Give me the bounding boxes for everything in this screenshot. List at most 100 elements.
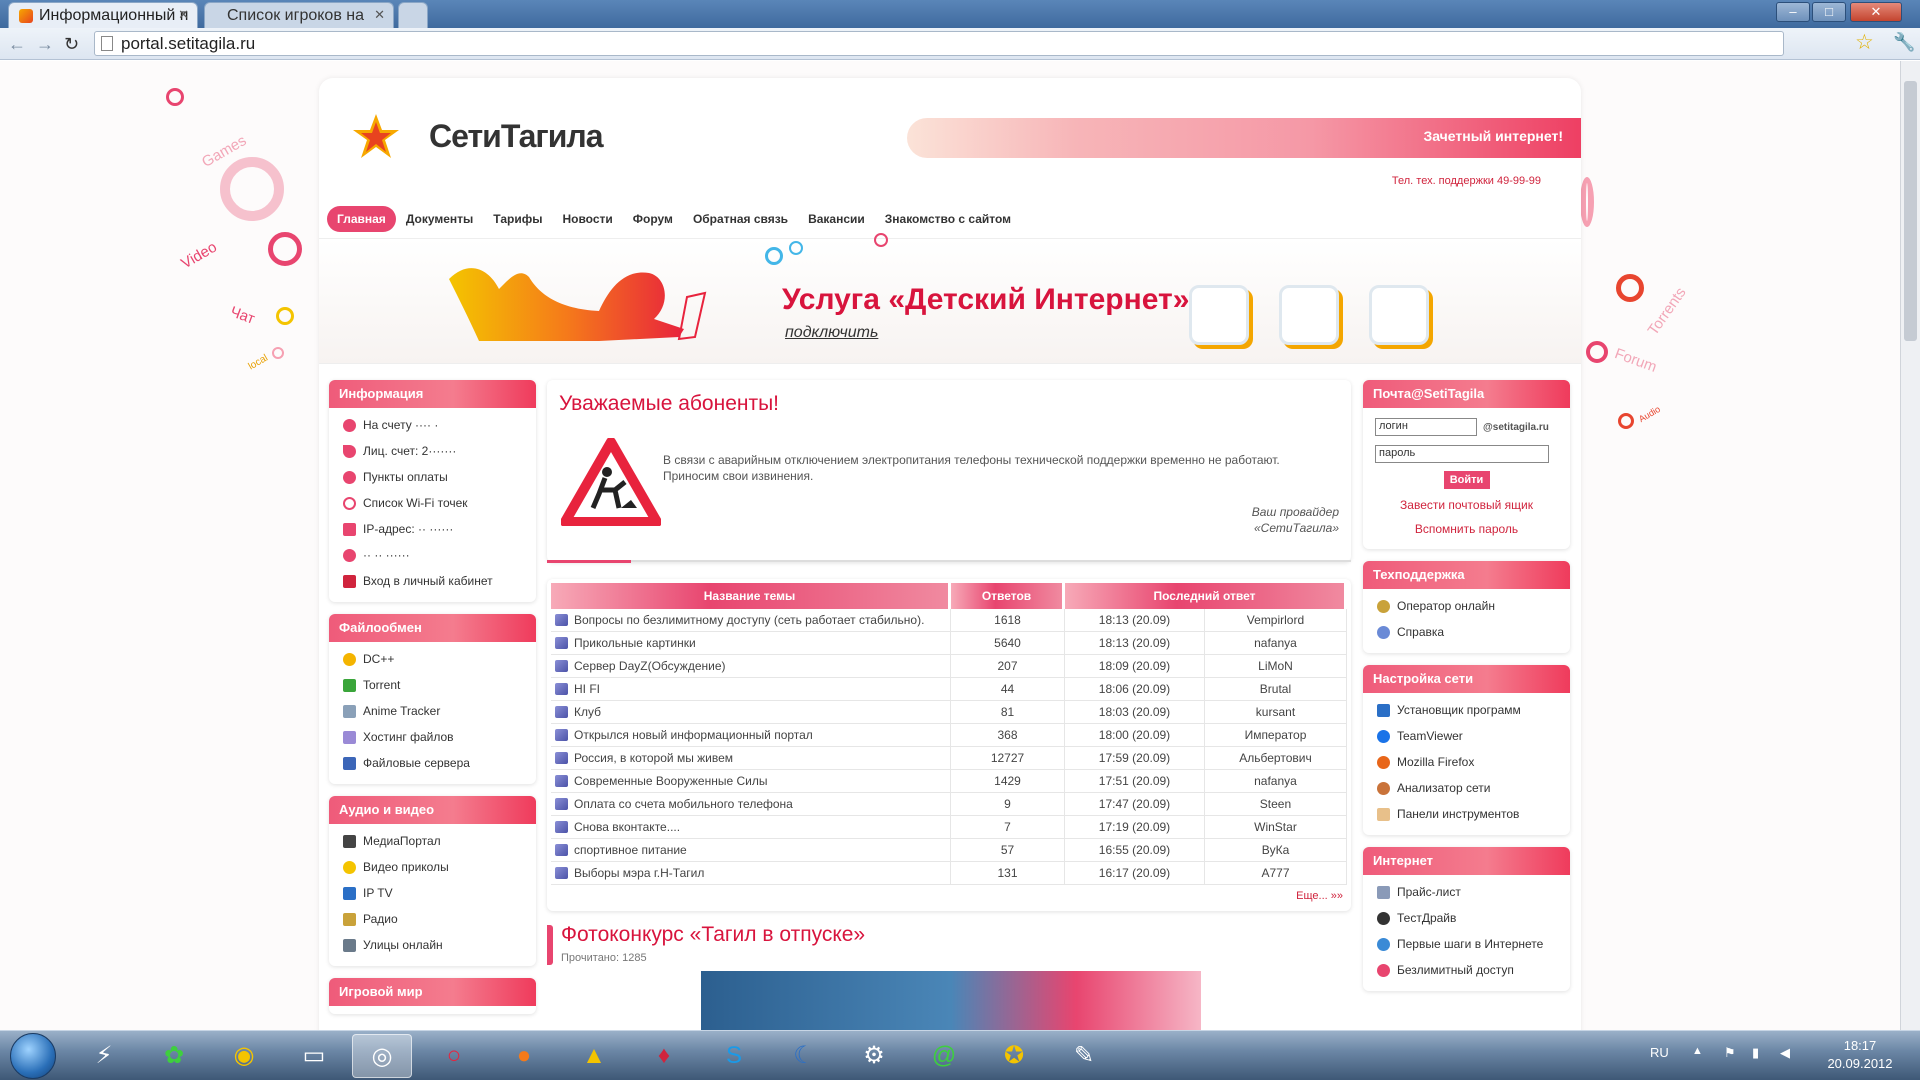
last-reply-user-cell[interactable]: Brutal bbox=[1204, 678, 1347, 701]
table-row[interactable]: HI FI 44 18:06 (20.09) Brutal bbox=[551, 678, 1347, 701]
table-row[interactable]: Прикольные картинки 5640 18:13 (20.09) nafa… bbox=[551, 632, 1347, 655]
crescent-app-icon[interactable]: ☾ bbox=[774, 1034, 834, 1078]
game-app-icon[interactable]: ✪ bbox=[984, 1034, 1044, 1078]
operator-online-link[interactable]: Оператор онлайн bbox=[1363, 593, 1570, 619]
network-analyzer-link[interactable]: Анализатор сети bbox=[1363, 775, 1570, 801]
close-window-button[interactable]: ✕ bbox=[1850, 2, 1902, 22]
topic-cell[interactable]: Клуб bbox=[551, 701, 951, 724]
topic-cell[interactable]: Выборы мэра г.Н-Тагил bbox=[551, 862, 951, 885]
last-reply-user-cell[interactable]: Альбертович bbox=[1204, 747, 1347, 770]
table-row[interactable]: Сервер DayZ(Обсуждение) 207 18:09 (20.09) L… bbox=[551, 655, 1347, 678]
icq-icon[interactable]: ✿ bbox=[144, 1034, 204, 1078]
toolbars-link[interactable]: Панели инструментов bbox=[1363, 801, 1570, 827]
table-row[interactable]: Современные Вооруженные Силы 1429 17:51 (2… bbox=[551, 770, 1347, 793]
last-reply-user-cell[interactable]: A777 bbox=[1204, 862, 1347, 885]
last-reply-user-cell[interactable]: Vempirlord bbox=[1204, 609, 1347, 632]
logo-text[interactable]: СетиТагила bbox=[429, 118, 603, 155]
table-row[interactable]: Открылся новый информационный портал 368 1… bbox=[551, 724, 1347, 747]
topic-cell[interactable]: Прикольные картинки bbox=[551, 632, 951, 655]
topic-cell[interactable]: Открылся новый информационный портал bbox=[551, 724, 951, 747]
topic-cell[interactable]: Снова вконтакте.... bbox=[551, 816, 951, 839]
funny-video-link[interactable]: Видео приколы bbox=[329, 854, 536, 880]
logo-icon[interactable] bbox=[351, 112, 401, 162]
nav-item-tariffs[interactable]: Тарифы bbox=[483, 206, 552, 232]
mail-agent-icon[interactable]: @ bbox=[914, 1034, 974, 1078]
minimize-button[interactable]: – bbox=[1776, 2, 1810, 22]
file-hosting-link[interactable]: Хостинг файлов bbox=[329, 724, 536, 750]
new-tab-button[interactable] bbox=[398, 2, 428, 28]
my-computer-icon[interactable]: ▭ bbox=[284, 1034, 344, 1078]
nav-item-vacancies[interactable]: Вакансии bbox=[798, 206, 875, 232]
scrollbar-thumb[interactable] bbox=[1904, 81, 1917, 341]
nav-item-forum[interactable]: Форум bbox=[623, 206, 683, 232]
recover-password-link[interactable]: Вспомнить пароль bbox=[1363, 517, 1570, 541]
steam-icon[interactable]: ⚙ bbox=[844, 1034, 904, 1078]
language-indicator[interactable]: RU bbox=[1650, 1045, 1669, 1060]
last-reply-user-cell[interactable]: WinStar bbox=[1204, 816, 1347, 839]
skype-icon[interactable]: S bbox=[704, 1034, 764, 1078]
paint-icon[interactable]: ✎ bbox=[1054, 1034, 1114, 1078]
price-list-link[interactable]: Прайс-лист bbox=[1363, 879, 1570, 905]
bookmark-star-icon[interactable]: ☆ bbox=[1855, 30, 1874, 55]
last-reply-user-cell[interactable]: LiMoN bbox=[1204, 655, 1347, 678]
radio-link[interactable]: Радио bbox=[329, 906, 536, 932]
nav-item-feedback[interactable]: Обратная связь bbox=[683, 206, 798, 232]
browser-tab[interactable]: Список игроков на ✕ bbox=[204, 2, 394, 28]
iptv-link[interactable]: IP TV bbox=[329, 880, 536, 906]
cabinet-login-link[interactable]: Вход в личный кабинет bbox=[329, 568, 536, 594]
first-steps-link[interactable]: Первые шаги в Интернете bbox=[1363, 931, 1570, 957]
tray-expand-icon[interactable]: ▲ bbox=[1692, 1045, 1703, 1057]
address-bar[interactable]: portal.setitagila.ru bbox=[94, 31, 1784, 56]
daemon-tools-icon[interactable]: ▲ bbox=[564, 1034, 624, 1078]
table-row[interactable]: Вопросы по безлимитному доступу (сеть ра… bbox=[551, 609, 1347, 632]
winamp-icon[interactable]: ⚡ bbox=[74, 1034, 134, 1078]
firefox-link[interactable]: Mozilla Firefox bbox=[1363, 749, 1570, 775]
forward-icon[interactable]: → bbox=[36, 34, 54, 55]
tab-close-icon[interactable]: ✕ bbox=[374, 7, 385, 23]
topic-cell[interactable]: Россия, в которой мы живем bbox=[551, 747, 951, 770]
system-clock[interactable]: 18:17 20.09.2012 bbox=[1820, 1037, 1900, 1073]
last-reply-user-cell[interactable]: Император bbox=[1204, 724, 1347, 747]
nav-item-news[interactable]: Новости bbox=[552, 206, 622, 232]
help-link[interactable]: Справка bbox=[1363, 619, 1570, 645]
nav-item-about[interactable]: Знакомство с сайтом bbox=[875, 206, 1021, 232]
money-bag-icon[interactable]: ♦ bbox=[634, 1034, 694, 1078]
topic-cell[interactable]: HI FI bbox=[551, 678, 951, 701]
topic-cell[interactable]: Сервер DayZ(Обсуждение) bbox=[551, 655, 951, 678]
topic-cell[interactable]: Современные Вооруженные Силы bbox=[551, 770, 951, 793]
dcpp-link[interactable]: DC++ bbox=[329, 646, 536, 672]
topic-cell[interactable]: спортивное питание bbox=[551, 839, 951, 862]
kids-internet-banner[interactable]: Услуга «Детский Интернет» подключить bbox=[319, 233, 1581, 364]
nav-item-documents[interactable]: Документы bbox=[396, 206, 483, 232]
browser-tab-active[interactable]: Информационный п ✕ bbox=[8, 2, 198, 28]
wrench-menu-icon[interactable]: 🔧 bbox=[1893, 32, 1915, 53]
mail-login-input[interactable]: логин bbox=[1375, 418, 1477, 436]
test-drive-link[interactable]: ТестДрайв bbox=[1363, 905, 1570, 931]
unlimited-access-link[interactable]: Безлимитный доступ bbox=[1363, 957, 1570, 983]
action-center-flag-icon[interactable]: ⚑ bbox=[1724, 1045, 1736, 1061]
wifi-points-link[interactable]: Список Wi-Fi точек bbox=[329, 490, 536, 516]
back-icon[interactable]: ← bbox=[8, 34, 26, 55]
file-servers-link[interactable]: Файловые сервера bbox=[329, 750, 536, 776]
anime-tracker-link[interactable]: Anime Tracker bbox=[329, 698, 536, 724]
mail-password-input[interactable]: пароль bbox=[1375, 445, 1549, 463]
qip-icon[interactable]: ◉ bbox=[214, 1034, 274, 1078]
table-row[interactable]: Выборы мэра г.Н-Тагил 131 16:17 (20.09) A77… bbox=[551, 862, 1347, 885]
streets-online-link[interactable]: Улицы онлайн bbox=[329, 932, 536, 958]
last-reply-user-cell[interactable]: ВуКа bbox=[1204, 839, 1347, 862]
mail-login-button[interactable]: Войти bbox=[1443, 471, 1490, 489]
forum-more-link[interactable]: Еще... »» bbox=[551, 885, 1347, 907]
maximize-button[interactable]: □ bbox=[1812, 2, 1846, 22]
topic-cell[interactable]: Вопросы по безлимитному доступу (сеть ра… bbox=[551, 609, 951, 632]
nav-item-home[interactable]: Главная bbox=[327, 206, 396, 232]
last-reply-user-cell[interactable]: nafanya bbox=[1204, 770, 1347, 793]
opera-icon[interactable]: ○ bbox=[424, 1034, 484, 1078]
reload-icon[interactable]: ↻ bbox=[64, 34, 79, 55]
page-scrollbar[interactable] bbox=[1900, 61, 1920, 1030]
start-button[interactable] bbox=[10, 1033, 56, 1079]
table-row[interactable]: Россия, в которой мы живем 12727 17:59 (20… bbox=[551, 747, 1347, 770]
create-mailbox-link[interactable]: Завести почтовый ящик bbox=[1363, 493, 1570, 517]
banner-connect-link[interactable]: подключить bbox=[785, 324, 878, 342]
table-row[interactable]: Оплата со счета мобильного телефона 9 17:4… bbox=[551, 793, 1347, 816]
payment-points-link[interactable]: Пункты оплаты bbox=[329, 464, 536, 490]
